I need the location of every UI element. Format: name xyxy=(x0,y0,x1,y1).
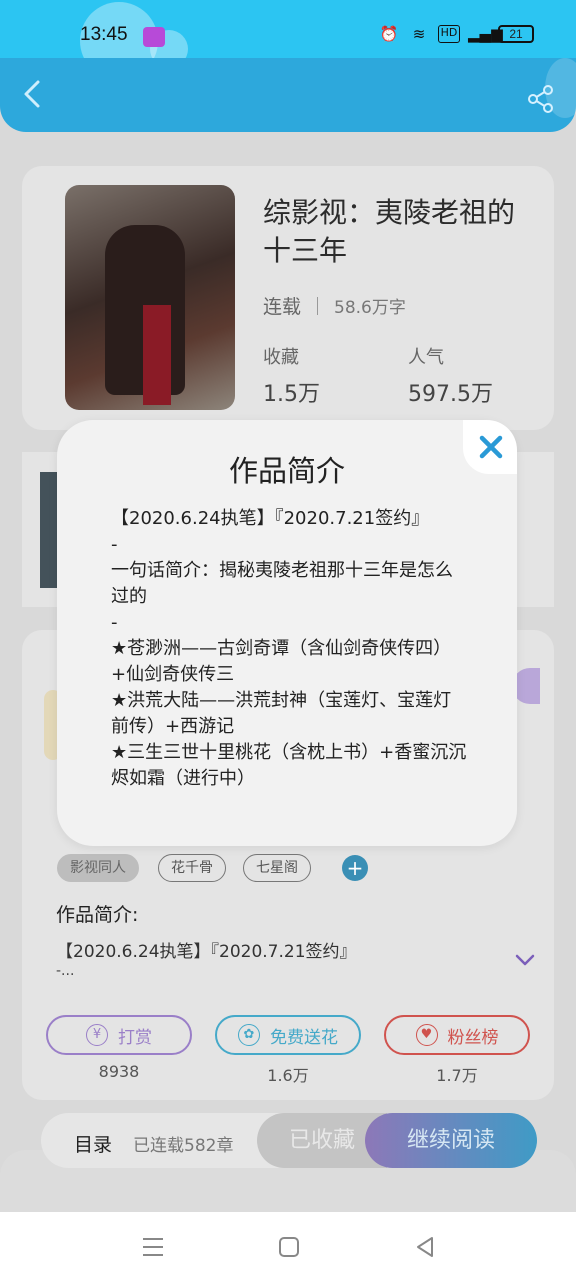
back-button[interactable] xyxy=(18,74,48,114)
status-bar: 13:45 ⏰ ≋ HD ▂▄▆ 21 xyxy=(0,0,576,80)
modal-line: ★三生三世十里桃花（含枕上书）+香蜜沉沉烬如霜（进行中） xyxy=(111,742,467,789)
battery-indicator: 21 xyxy=(498,25,534,43)
share-icon xyxy=(528,85,553,113)
menu-icon xyxy=(143,1238,163,1256)
alarm-icon: ⏰ xyxy=(379,25,399,43)
modal-title: 作品简介 xyxy=(228,454,345,488)
signal-icon: ▂▄▆ xyxy=(468,25,503,43)
system-nav-bar xyxy=(0,1212,576,1280)
home-nav-button[interactable] xyxy=(276,1234,302,1260)
home-square-icon xyxy=(279,1237,299,1257)
triangle-back-icon xyxy=(417,1237,433,1257)
top-app-bar xyxy=(0,58,576,132)
modal-line: ★苍渺洲——古剑奇谭（含仙剑奇侠传四）+仙剑奇侠传三 xyxy=(111,638,452,685)
modal-line: - xyxy=(111,534,118,555)
modal-line: ★洪荒大陆——洪荒封神（宝莲灯、宝莲灯前传）+西游记 xyxy=(111,690,452,737)
modal-line: 一句话简介：揭秘夷陵老祖那十三年是怎么过的 xyxy=(111,560,453,607)
app-notification-icon xyxy=(143,27,165,47)
back-nav-button[interactable] xyxy=(412,1234,438,1260)
status-time: 13:45 xyxy=(80,24,128,45)
chevron-left-icon xyxy=(24,80,40,108)
wifi-icon: ≋ xyxy=(412,25,426,43)
hd-icon: HD xyxy=(438,25,460,43)
modal-line: 【2020.6.24执笔】『2020.7.21签约』 xyxy=(111,508,430,529)
intro-modal: 作品简介 【2020.6.24执笔】『2020.7.21签约』 - 一句话简介：… xyxy=(57,420,517,846)
modal-content: 【2020.6.24执笔】『2020.7.21签约』 - 一句话简介：揭秘夷陵老… xyxy=(111,506,467,792)
close-icon xyxy=(479,435,503,459)
modal-line: - xyxy=(111,612,118,633)
menu-nav-button[interactable] xyxy=(140,1234,166,1260)
share-button[interactable] xyxy=(526,84,556,114)
status-icons: ⏰ ≋ HD ▂▄▆ 21 xyxy=(378,25,534,43)
